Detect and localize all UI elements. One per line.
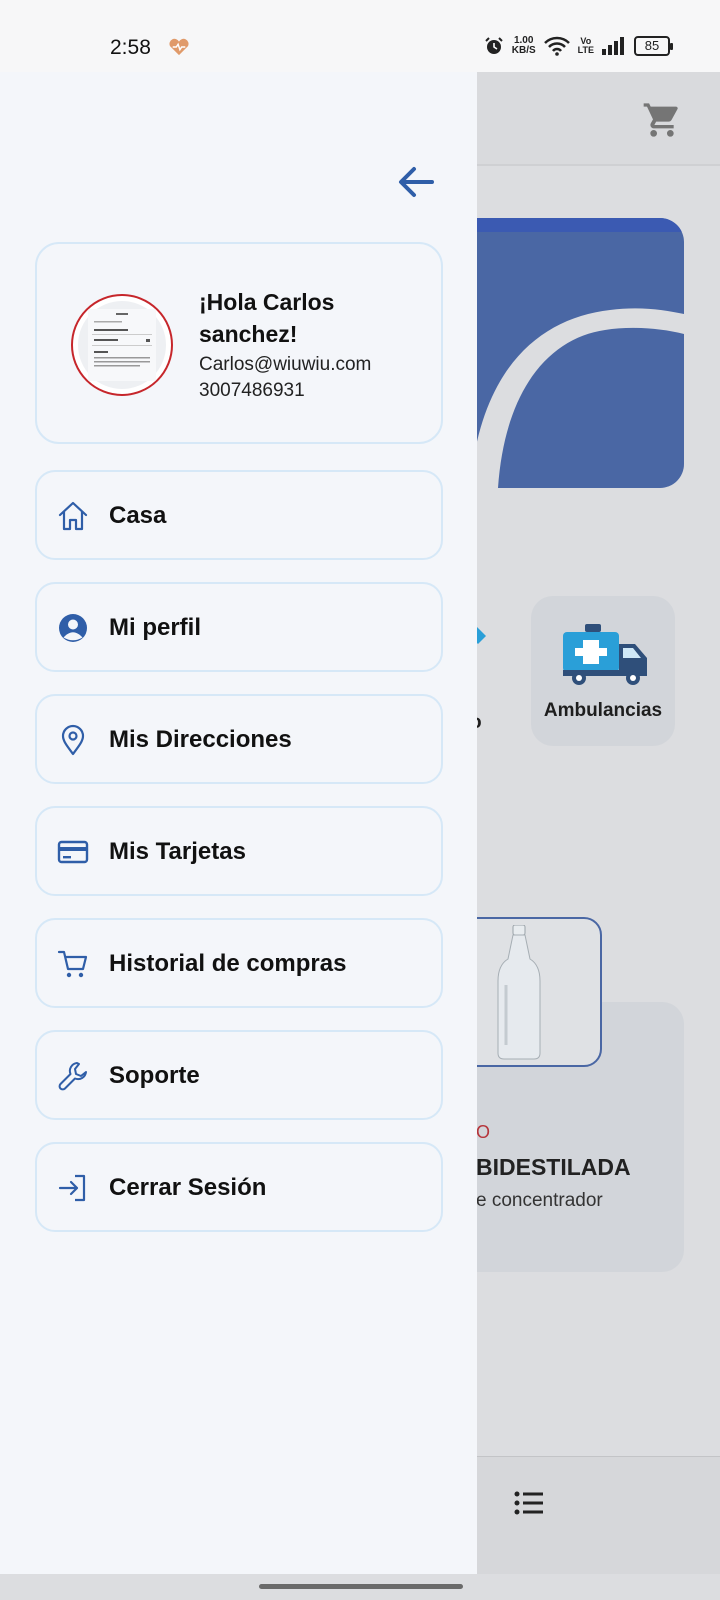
back-arrow-icon[interactable] (396, 164, 436, 200)
menu-item-historial-de-compras[interactable]: Historial de compras (35, 918, 443, 1008)
wrench-icon (58, 1062, 87, 1091)
product-tag: O (476, 1122, 491, 1142)
menu-label: Mis Direcciones (109, 726, 292, 753)
list-menu-icon[interactable] (514, 1491, 544, 1515)
avatar-image (78, 301, 166, 389)
ambulance-icon (563, 624, 647, 685)
category-ambulances-label: Ambulancias (543, 700, 663, 721)
category-ambulances[interactable]: Ambulancias (531, 596, 675, 746)
menu-item-mis-direcciones[interactable]: Mis Direcciones (35, 694, 443, 784)
profile-email: Carlos@wiuwiu.com (199, 354, 372, 375)
profile-phone: 3007486931 (199, 380, 305, 401)
signal-icon (602, 37, 624, 55)
network-speed: 1.00 KB/S (512, 36, 536, 56)
health-heart-icon (169, 38, 189, 56)
menu-label: Mis Tarjetas (109, 838, 246, 865)
credit-card-icon (57, 840, 89, 864)
menu-label: Casa (109, 502, 167, 529)
avatar-picture (88, 309, 156, 381)
home-icon (58, 501, 88, 531)
wifi-icon (543, 36, 570, 56)
location-pin-icon (61, 724, 85, 756)
menu-label: Soporte (109, 1062, 200, 1089)
product-description: e concentrador (476, 1190, 603, 1211)
volte-bottom: LTE (577, 45, 594, 55)
menu-item-soporte[interactable]: Soporte (35, 1030, 443, 1120)
status-bar: 2:58 1.00 KB/S Vo LTE 85 (0, 0, 720, 72)
water-bottle-image (497, 925, 541, 1060)
status-icons: 1.00 KB/S Vo LTE 85 (484, 36, 673, 56)
avatar (71, 294, 173, 396)
volte-indicator: Vo LTE (578, 37, 594, 55)
menu-item-mis-tarjetas[interactable]: Mis Tarjetas (35, 806, 443, 896)
menu-item-cerrar-sesion[interactable]: Cerrar Sesión (35, 1142, 443, 1232)
alarm-icon (485, 37, 503, 54)
user-circle-icon (59, 614, 87, 642)
profile-card: ¡Hola Carlos sanchez! Carlos@wiuwiu.com … (35, 242, 443, 444)
logout-icon (58, 1174, 86, 1202)
menu-label: Historial de compras (109, 950, 347, 977)
cart-icon (57, 950, 88, 978)
menu-label: Mi perfil (109, 614, 202, 641)
menu-item-mi-perfil[interactable]: Mi perfil (35, 582, 443, 672)
menu-item-casa[interactable]: Casa (35, 470, 443, 560)
home-indicator[interactable] (259, 1584, 463, 1589)
battery-indicator: 85 (634, 36, 673, 56)
product-name: BIDESTILADA (476, 1154, 631, 1180)
navigation-drawer: ¡Hola Carlos sanchez! Carlos@wiuwiu.com … (0, 72, 477, 1574)
shopping-cart-icon[interactable] (642, 100, 682, 140)
menu-label: Cerrar Sesión (109, 1174, 267, 1201)
network-speed-unit: KB/S (511, 45, 536, 56)
profile-greeting: ¡Hola Carlos sanchez! (199, 289, 335, 347)
status-time: 2:58 (110, 36, 151, 59)
